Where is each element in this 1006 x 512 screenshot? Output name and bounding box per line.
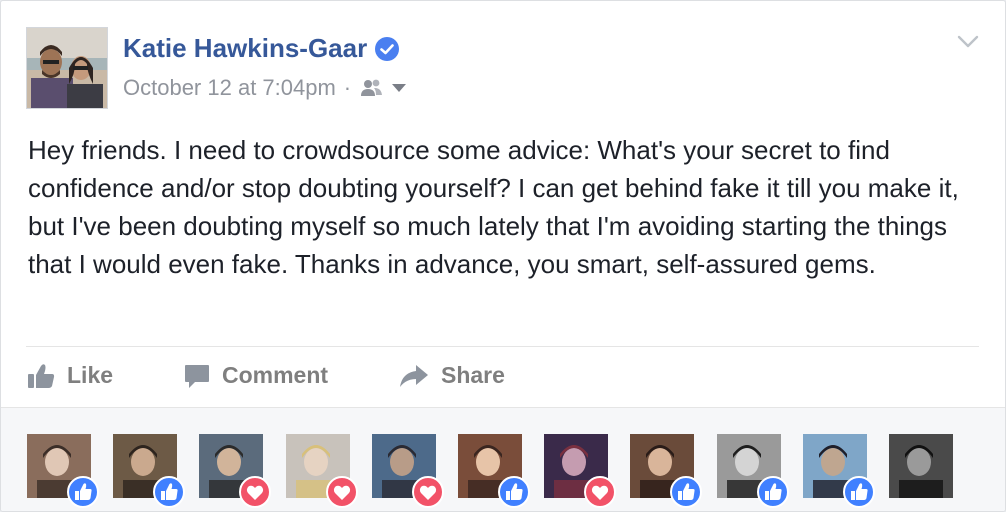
author-name[interactable]: Katie Hawkins-Gaar — [123, 33, 367, 64]
love-reaction-icon — [584, 476, 617, 508]
love-reaction-icon — [239, 476, 272, 508]
like-reaction-icon — [153, 476, 186, 508]
action-divider — [26, 346, 979, 347]
reactor-avatar[interactable] — [371, 434, 444, 508]
reactor-avatar[interactable] — [285, 434, 358, 508]
reactor-avatar[interactable] — [889, 434, 953, 498]
reactions-footer — [1, 407, 1005, 511]
chevron-down-icon[interactable] — [957, 35, 979, 49]
comment-label: Comment — [222, 362, 329, 388]
reactor-avatar[interactable] — [544, 434, 617, 508]
reactor-avatar[interactable] — [802, 434, 875, 508]
reactor-avatar[interactable] — [716, 434, 789, 508]
post-card: Katie Hawkins-Gaar October 12 at 7:04pm … — [0, 0, 1006, 512]
share-label: Share — [441, 362, 505, 388]
author-line: Katie Hawkins-Gaar — [123, 33, 400, 64]
thumbs-up-icon — [28, 363, 55, 388]
love-reaction-icon — [411, 476, 444, 508]
love-reaction-icon — [325, 476, 358, 508]
like-reaction-icon — [842, 476, 875, 508]
caret-down-icon[interactable] — [391, 83, 407, 93]
post-body-text: Hey friends. I need to crowdsource some … — [28, 135, 959, 279]
share-arrow-icon — [400, 364, 428, 387]
friends-audience-icon[interactable] — [359, 78, 385, 98]
like-label: Like — [67, 362, 114, 388]
meta-separator: · — [343, 75, 352, 100]
author-avatar[interactable] — [26, 27, 108, 109]
reactor-avatar[interactable] — [27, 434, 99, 508]
share-button[interactable]: Share — [399, 362, 505, 389]
comment-button[interactable]: Comment — [184, 362, 328, 389]
like-reaction-icon — [67, 476, 99, 508]
verified-badge-icon — [375, 36, 400, 61]
reactor-avatar[interactable] — [458, 434, 530, 508]
post-timestamp[interactable]: October 12 at 7:04pm — [123, 75, 336, 101]
post-meta: October 12 at 7:04pm · — [123, 75, 407, 101]
reactor-photo — [889, 434, 953, 498]
reactor-avatar[interactable] — [630, 434, 703, 508]
like-button[interactable]: Like — [27, 362, 113, 389]
like-reaction-icon — [670, 476, 703, 508]
speech-bubble-icon — [185, 364, 209, 388]
reactor-avatar[interactable] — [113, 434, 186, 508]
reactor-avatar[interactable] — [199, 434, 272, 508]
like-reaction-icon — [756, 476, 789, 508]
like-reaction-icon — [498, 476, 530, 508]
